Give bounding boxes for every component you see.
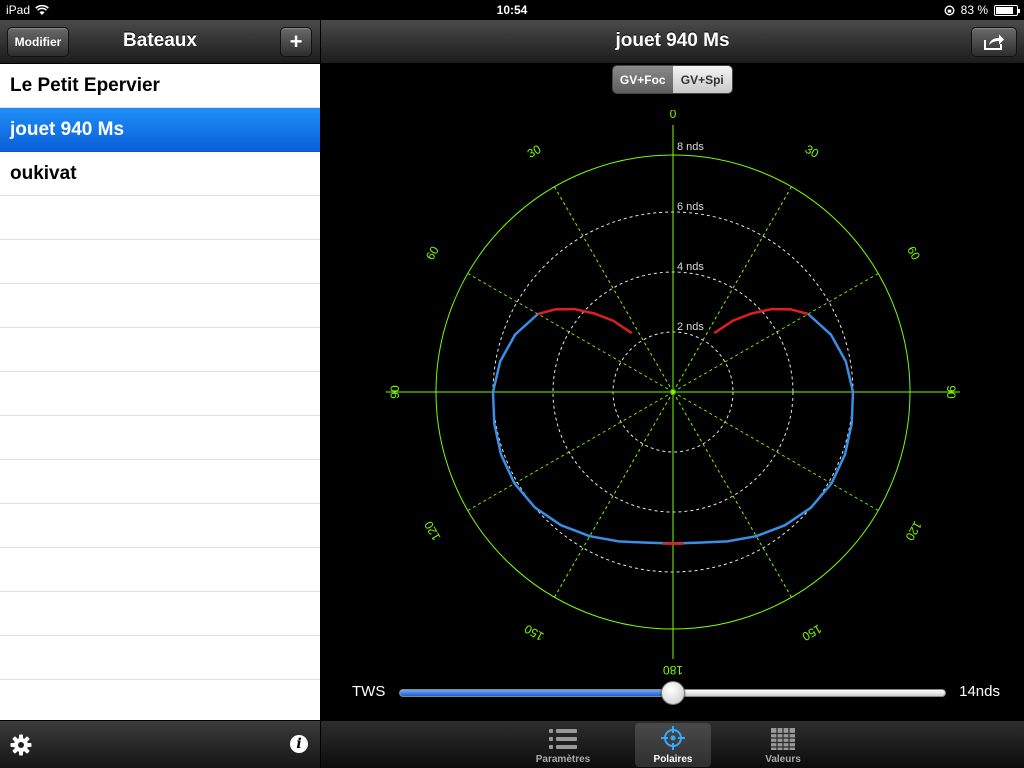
empty-row — [0, 460, 320, 504]
boat-name: oukivat — [10, 162, 77, 184]
status-time: 10:54 — [496, 3, 528, 17]
boat-row[interactable]: Le Petit Epervier — [0, 64, 320, 108]
angle-label: 60 — [904, 244, 923, 263]
empty-row — [0, 548, 320, 592]
tws-control: TWS 14nds — [321, 676, 1024, 706]
angle-label: 0 — [670, 110, 677, 121]
speed-label: 6 nds — [677, 201, 704, 213]
angle-label: 90 — [944, 385, 958, 399]
empty-row — [0, 680, 320, 720]
boats-toolbar: i — [0, 720, 320, 768]
angle-label: 120 — [902, 519, 924, 544]
polar-curve-highlight — [537, 307, 633, 335]
angle-label: 150 — [799, 622, 824, 644]
boats-title: Bateaux — [123, 30, 197, 51]
empty-row — [0, 196, 320, 240]
polar-curve — [491, 313, 674, 545]
segment-gv-foc[interactable]: GV+Foc — [613, 66, 673, 93]
empty-row — [0, 372, 320, 416]
boat-row-selected[interactable]: jouet 940 Ms — [0, 108, 320, 152]
battery-percent: 83 % — [960, 3, 988, 17]
battery-icon — [994, 4, 1020, 16]
tws-value: 14nds — [959, 683, 1000, 700]
speed-label: 8 nds — [677, 141, 704, 153]
angle-label: 30 — [803, 142, 822, 161]
crosshair-icon — [661, 726, 685, 750]
boats-pane: Modifier Bateaux + Le Petit Epervier jou… — [0, 20, 320, 768]
tab-valeurs[interactable]: Valeurs — [745, 723, 821, 767]
polar-pane: jouet 940 Ms GV+Foc GV+Spi 0 30 60 90 120 150… — [321, 20, 1024, 768]
boat-row[interactable]: oukivat — [0, 152, 320, 196]
angle-label: 90 — [388, 385, 402, 399]
tab-label: Paramètres — [535, 754, 591, 765]
boats-navbar: Modifier Bateaux + — [0, 20, 320, 64]
angle-line — [672, 186, 792, 393]
empty-row — [0, 636, 320, 680]
boat-name: jouet 940 Ms — [10, 118, 125, 140]
angle-label: 120 — [421, 518, 443, 543]
angle-line — [554, 186, 674, 393]
status-bar: iPad 10:54 83 % — [0, 0, 1024, 20]
polar-curve — [672, 313, 855, 545]
orientation-lock-icon — [944, 4, 955, 16]
segment-gv-spi[interactable]: GV+Spi — [672, 66, 732, 93]
tws-slider-fill — [400, 690, 673, 696]
tab-parametres[interactable]: Paramètres — [525, 723, 601, 767]
angle-line — [672, 391, 792, 598]
angle-line — [467, 273, 674, 393]
boats-list: Le Petit Epervier jouet 940 Ms oukivat — [0, 64, 320, 720]
empty-row — [0, 284, 320, 328]
list-icon — [549, 729, 577, 749]
tab-label: Polaires — [653, 754, 693, 765]
angle-label: 60 — [423, 244, 442, 263]
angle-line — [672, 391, 879, 511]
angle-label: 30 — [525, 142, 544, 161]
polar-curve-highlight — [713, 307, 809, 335]
angle-line — [554, 391, 674, 598]
speed-label: 4 nds — [677, 261, 704, 273]
sail-config-segmented-control: GV+Foc GV+Spi — [612, 65, 733, 94]
gear-icon[interactable] — [10, 734, 32, 756]
boat-name: Le Petit Epervier — [10, 74, 160, 96]
angle-label: 180 — [663, 663, 683, 677]
share-button[interactable] — [971, 27, 1017, 57]
empty-row — [0, 240, 320, 284]
polar-diagram: 0 30 60 90 120 150 180 150 120 90 60 30 2 nds 4 nds 6 … — [386, 110, 960, 677]
tab-label: Valeurs — [765, 754, 801, 765]
empty-row — [0, 504, 320, 548]
empty-row — [0, 416, 320, 460]
tws-label: TWS — [352, 683, 386, 700]
angle-label: 150 — [522, 621, 547, 643]
share-icon — [984, 34, 1004, 50]
polar-navbar: jouet 940 Ms — [321, 20, 1024, 64]
tws-slider-thumb[interactable] — [660, 681, 685, 705]
boat-title: jouet 940 Ms — [615, 30, 730, 51]
empty-row — [0, 328, 320, 372]
tab-bar: Paramètres Polaires Valeurs — [321, 720, 1024, 768]
empty-row — [0, 592, 320, 636]
tab-polaires[interactable]: Polaires — [635, 723, 711, 767]
angle-line — [467, 391, 674, 511]
info-icon[interactable]: i — [290, 735, 308, 753]
add-boat-button[interactable]: + — [280, 27, 312, 57]
speed-label: 2 nds — [677, 321, 704, 333]
table-icon — [771, 728, 795, 750]
